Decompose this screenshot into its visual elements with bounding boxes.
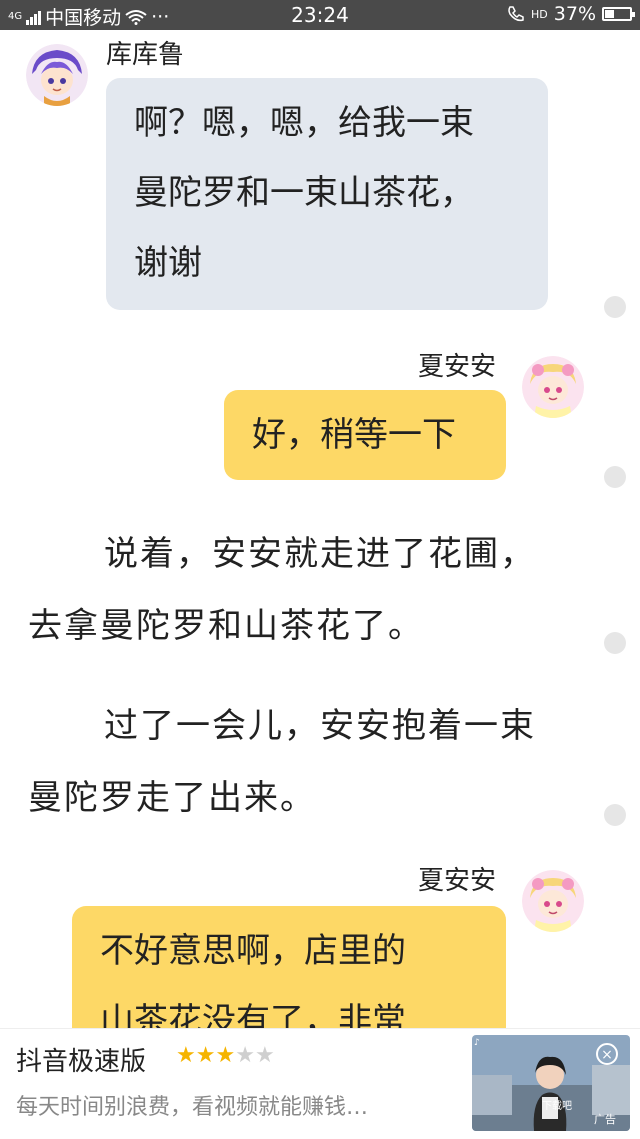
ad-tag: 广告 (594, 1113, 616, 1126)
battery-percent: 37% (553, 3, 596, 25)
star-icon: ★ (176, 1043, 196, 1068)
status-bar: 4G 中国移动 ··· 23:24 HD 37% (0, 0, 640, 30)
ad-title[interactable]: 抖音极速版 (16, 1041, 146, 1078)
ad-description[interactable]: 每天时间别浪费，看视频就能赚钱… (16, 1089, 456, 1121)
narration-line: 去拿曼陀罗和山茶花了。 (28, 606, 424, 646)
scroll-dot (604, 466, 626, 488)
ad-thumbnail[interactable]: ♪ 下载吧 × 广告 (472, 1035, 630, 1131)
bubble-line: 曼陀罗和一束山茶花， (134, 173, 474, 213)
bubble-line: 不好意思啊，店里的 (100, 931, 406, 971)
star-icon: ★ (215, 1043, 236, 1068)
scroll-dot (604, 632, 626, 654)
ad-thumb-caption: 下载吧 (542, 1101, 572, 1112)
battery-icon (602, 7, 635, 21)
hd-badge: HD (531, 7, 548, 21)
narration-line: 说着，安安就走进了花圃， (104, 534, 536, 574)
narration-paragraph: 说着，安安就走进了花圃， 去拿曼陀罗和山茶花了。 (28, 518, 588, 662)
narration-paragraph: 过了一会儿，安安抱着一束 曼陀罗走了出来。 (28, 690, 588, 834)
star-icon: ★ (254, 1043, 275, 1068)
speaker-name: 夏安安 (418, 866, 497, 896)
avatar-xiaanan[interactable] (522, 356, 584, 418)
close-icon[interactable]: × (596, 1043, 618, 1065)
speaker-name: 夏安安 (418, 352, 497, 382)
chat-bubble-right: 好，稍等一下 (224, 390, 506, 480)
scroll-dot (604, 296, 626, 318)
svg-text:♪: ♪ (474, 1038, 480, 1048)
bubble-line: 谢谢 (134, 243, 202, 283)
ad-rating: ★★★★★ (176, 1043, 275, 1068)
star-icon: ★ (235, 1043, 255, 1068)
avatar-xiaanan[interactable] (522, 870, 584, 932)
bubble-line: 好，稍等一下 (252, 415, 456, 455)
scroll-dot (604, 804, 626, 826)
chat-bubble-left: 啊？嗯，嗯，给我一束 曼陀罗和一束山茶花， 谢谢 (106, 78, 548, 310)
star-icon: ★ (195, 1043, 216, 1068)
bubble-line: 啊？嗯，嗯，给我一束 (134, 103, 474, 143)
phone-icon (508, 6, 524, 22)
narration-line: 过了一会儿，安安抱着一束 (104, 706, 536, 746)
speaker-name: 库库鲁 (106, 40, 185, 70)
ad-banner[interactable]: 抖音极速版 ★★★★★ 每天时间别浪费，看视频就能赚钱… ♪ 下载吧 × 广告 (0, 1028, 640, 1139)
narration-line: 曼陀罗走了出来。 (28, 778, 316, 818)
avatar-kukulu[interactable] (26, 44, 88, 106)
